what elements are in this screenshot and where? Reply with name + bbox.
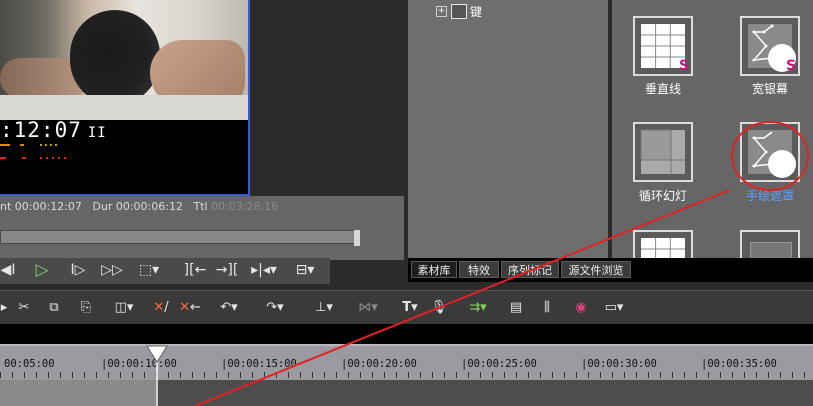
- tab-library[interactable]: 素材库: [411, 261, 457, 278]
- timecode-stats: nt 00:00:12:07 Dur 00:00:06:12 Ttl 00:03…: [0, 200, 279, 213]
- thumb-label: 垂直线: [644, 82, 681, 96]
- color-correction-icon[interactable]: ◉: [570, 296, 592, 318]
- badge-s: S: [679, 58, 690, 74]
- in-out-icon[interactable]: ⊥▾: [306, 296, 342, 318]
- ruler-label: 00:05:00: [4, 358, 55, 370]
- marker-icon[interactable]: ⊟▾: [290, 259, 320, 281]
- ruler-ticks: [0, 372, 813, 378]
- layout-menu-icon[interactable]: ▭▾: [598, 296, 630, 318]
- title-icon[interactable]: T ▾: [398, 296, 422, 318]
- microphone-icon[interactable]: 🎙: [430, 296, 448, 318]
- undo-icon[interactable]: ↶▾: [216, 296, 242, 318]
- folder-icon: [451, 4, 467, 19]
- playhead[interactable]: [146, 344, 168, 406]
- insert-mode-icon[interactable]: ◫▾: [106, 296, 142, 318]
- split-icon[interactable]: ▸|◂▾: [246, 259, 282, 281]
- badge-s: S: [786, 58, 797, 74]
- preview-panel: :12:07 II: [0, 0, 250, 196]
- tab-source-browser[interactable]: 源文件浏览: [561, 261, 631, 278]
- tab-effects[interactable]: 特效: [459, 261, 499, 278]
- layout-icon: [640, 129, 685, 174]
- transition-icon[interactable]: ⋈▾: [350, 296, 386, 318]
- play-icon[interactable]: ▷: [30, 259, 54, 281]
- timeline-header-strip: [0, 324, 813, 344]
- thumb-label: 宽银幕: [751, 82, 788, 96]
- marker-list-icon[interactable]: ▤: [506, 296, 526, 318]
- timecode-display: :12:07 II: [0, 118, 107, 142]
- fast-forward-icon[interactable]: ▷▷: [98, 259, 126, 281]
- mixer-icon[interactable]: ⫼: [536, 296, 558, 318]
- tab-sequence-markers[interactable]: 序列标记: [501, 261, 559, 278]
- thumb-slideshow[interactable]: [633, 122, 693, 182]
- ruler-label: |00:00:20:00: [341, 358, 417, 370]
- delete-icon[interactable]: ✕ /: [150, 296, 172, 318]
- paste-icon[interactable]: ⎘: [76, 296, 96, 318]
- redo-icon[interactable]: ↷▾: [262, 296, 288, 318]
- prev-frame-icon[interactable]: ◀Ⅰ: [0, 259, 16, 281]
- thumb-label: 循环幻灯: [638, 189, 687, 203]
- ruler-label: |00:00:35:00: [701, 358, 777, 370]
- thumb-partial[interactable]: [633, 230, 693, 262]
- toolbar-edge: ▸: [0, 299, 8, 315]
- export-icon[interactable]: ⇉▾: [458, 296, 498, 318]
- set-out-icon[interactable]: →][: [214, 259, 240, 281]
- next-frame-icon[interactable]: Ⅰ▷: [66, 259, 90, 281]
- ruler-label: |00:00:25:00: [461, 358, 537, 370]
- set-in-icon[interactable]: ][←: [182, 259, 208, 281]
- thumb-vertical-lines[interactable]: S: [633, 16, 693, 76]
- asset-tree-panel: [408, 0, 608, 258]
- tree-expand-icon[interactable]: +: [436, 6, 447, 17]
- tree-item-label[interactable]: 键: [470, 3, 482, 20]
- copy-icon[interactable]: ⧉: [44, 296, 64, 318]
- loop-icon[interactable]: ⬚▾: [132, 259, 166, 281]
- scrubber-handle[interactable]: [354, 230, 360, 246]
- preview-scrubber[interactable]: [0, 230, 356, 244]
- ripple-delete-icon[interactable]: ✕ ←: [178, 296, 202, 318]
- selected-range: [0, 380, 156, 406]
- cut-icon[interactable]: ✂: [14, 296, 34, 318]
- video-frame: [0, 0, 248, 120]
- thumb-widescreen[interactable]: S: [740, 16, 800, 76]
- thumb-partial[interactable]: [740, 230, 800, 264]
- ruler-label: |00:00:15:00: [221, 358, 297, 370]
- ruler-label: |00:00:30:00: [581, 358, 657, 370]
- highlight-circle: [731, 121, 809, 191]
